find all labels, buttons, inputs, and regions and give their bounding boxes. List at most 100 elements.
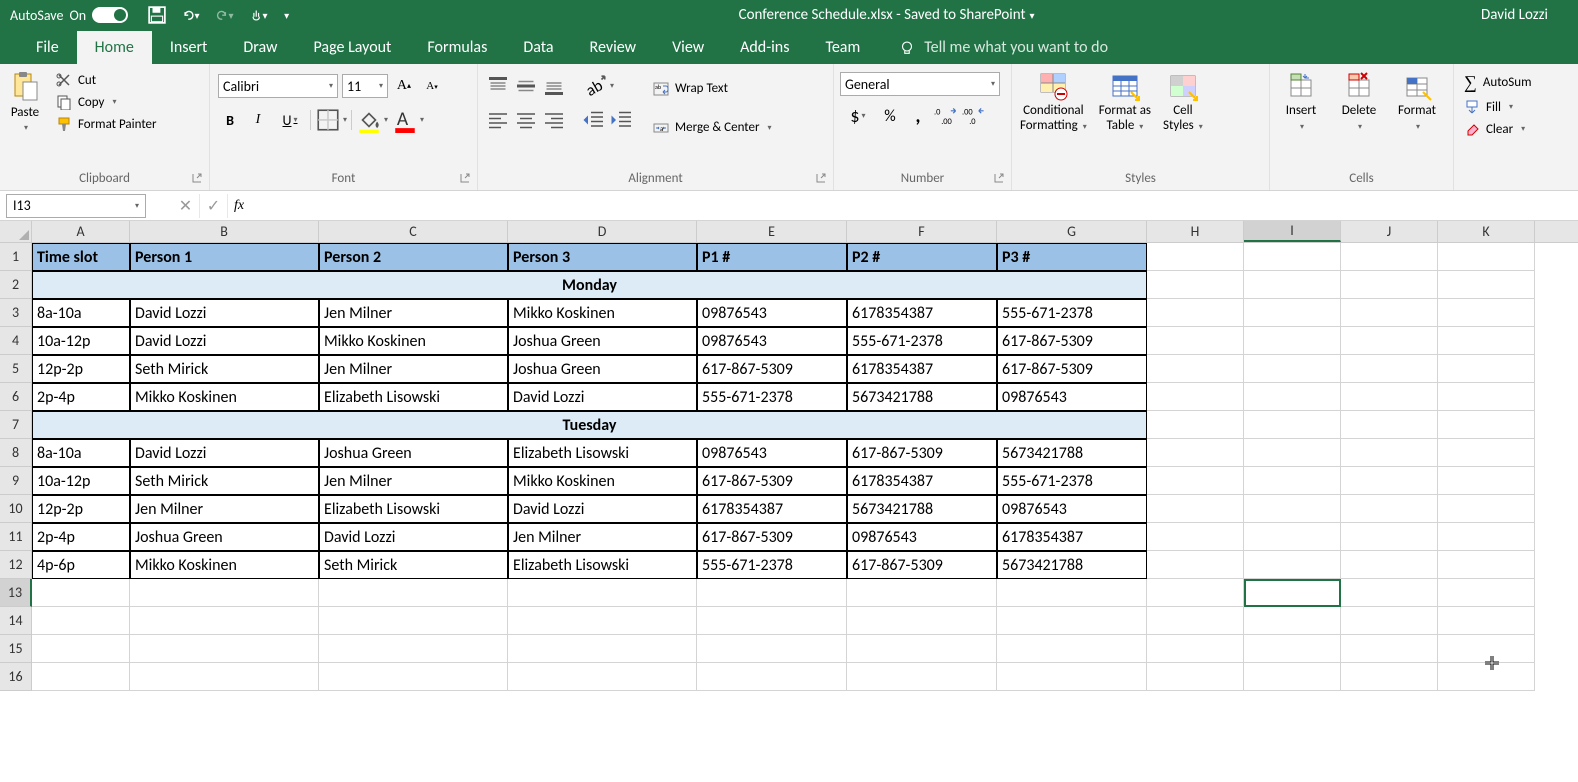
cell-F5[interactable]: 6178354387 [847, 355, 997, 383]
cell-A16[interactable] [32, 663, 130, 691]
cell-H4[interactable] [1147, 327, 1244, 355]
cell-J7[interactable] [1341, 411, 1438, 439]
column-header-C[interactable]: C [319, 221, 508, 242]
cell-K9[interactable] [1438, 467, 1535, 495]
save-icon[interactable] [148, 6, 166, 24]
cell-D15[interactable] [508, 635, 697, 663]
cell-C6[interactable]: Elizabeth Lisowski [319, 383, 508, 411]
cell-C12[interactable]: Seth Mirick [319, 551, 508, 579]
cell-E4[interactable]: 09876543 [697, 327, 847, 355]
column-header-K[interactable]: K [1438, 221, 1535, 242]
cell-J15[interactable] [1341, 635, 1438, 663]
cell-E13[interactable] [697, 579, 847, 607]
cell-G15[interactable] [997, 635, 1147, 663]
cell-K3[interactable] [1438, 299, 1535, 327]
paste-button[interactable]: Paste▾ [2, 68, 48, 137]
cell-K8[interactable] [1438, 439, 1535, 467]
tab-view[interactable]: View [654, 31, 722, 64]
cell-B14[interactable] [130, 607, 319, 635]
cell-A12[interactable]: 4p-6p [32, 551, 130, 579]
bold-button[interactable]: B [218, 108, 242, 132]
cell-E3[interactable]: 09876543 [697, 299, 847, 327]
day-header-monday[interactable]: Monday [32, 271, 1147, 299]
select-all-button[interactable] [0, 221, 32, 242]
cell-H13[interactable] [1147, 579, 1244, 607]
cell-I3[interactable] [1244, 299, 1341, 327]
cell-J16[interactable] [1341, 663, 1438, 691]
row-header-9[interactable]: 9 [0, 467, 32, 495]
cell-E15[interactable] [697, 635, 847, 663]
cell-F16[interactable] [847, 663, 997, 691]
cell-A4[interactable]: 10a-12p [32, 327, 130, 355]
cell-E6[interactable]: 555-671-2378 [697, 383, 847, 411]
fill-color-button[interactable]: ▾ [356, 108, 388, 132]
cell-K12[interactable] [1438, 551, 1535, 579]
cell-H15[interactable] [1147, 635, 1244, 663]
cell-F1[interactable]: P2 # [847, 243, 997, 271]
cell-C11[interactable]: David Lozzi [319, 523, 508, 551]
cell-K11[interactable] [1438, 523, 1535, 551]
font-color-button[interactable]: A▾ [392, 108, 424, 132]
align-right-icon[interactable] [542, 108, 566, 132]
cell-H12[interactable] [1147, 551, 1244, 579]
cell-J13[interactable] [1341, 579, 1438, 607]
cell-G6[interactable]: 09876543 [997, 383, 1147, 411]
cell-F9[interactable]: 6178354387 [847, 467, 997, 495]
cell-H7[interactable] [1147, 411, 1244, 439]
dialog-launcher-icon[interactable] [993, 172, 1005, 184]
row-header-14[interactable]: 14 [0, 607, 32, 635]
cell-K2[interactable] [1438, 271, 1535, 299]
cell-H14[interactable] [1147, 607, 1244, 635]
dialog-launcher-icon[interactable] [815, 172, 827, 184]
cell-I7[interactable] [1244, 411, 1341, 439]
row-header-1[interactable]: 1 [0, 243, 32, 271]
decrease-font-icon[interactable]: A▾ [420, 74, 444, 98]
increase-font-icon[interactable]: A▴ [392, 74, 416, 98]
format-as-table-button[interactable]: Format as Table ▾ [1093, 68, 1157, 136]
cell-J4[interactable] [1341, 327, 1438, 355]
cell-F14[interactable] [847, 607, 997, 635]
row-header-4[interactable]: 4 [0, 327, 32, 355]
cell-C15[interactable] [319, 635, 508, 663]
delete-cells-button[interactable]: Delete▾ [1330, 68, 1388, 136]
cell-J14[interactable] [1341, 607, 1438, 635]
cell-D12[interactable]: Elizabeth Lisowski [508, 551, 697, 579]
formula-input[interactable] [250, 194, 1578, 218]
cell-K13[interactable] [1438, 579, 1535, 607]
borders-button[interactable]: ▾ [315, 108, 347, 132]
cell-G14[interactable] [997, 607, 1147, 635]
cell-B9[interactable]: Seth Mirick [130, 467, 319, 495]
cell-F15[interactable] [847, 635, 997, 663]
cell-D6[interactable]: David Lozzi [508, 383, 697, 411]
column-header-J[interactable]: J [1341, 221, 1438, 242]
cell-C8[interactable]: Joshua Green [319, 439, 508, 467]
tab-draw[interactable]: Draw [225, 31, 295, 64]
tab-addins[interactable]: Add-ins [722, 31, 807, 64]
qat-dropdown-icon[interactable]: ▾ [284, 9, 292, 22]
cell-H8[interactable] [1147, 439, 1244, 467]
cell-B12[interactable]: Mikko Koskinen [130, 551, 319, 579]
cell-K5[interactable] [1438, 355, 1535, 383]
cell-G5[interactable]: 617-867-5309 [997, 355, 1147, 383]
tab-formulas[interactable]: Formulas [409, 31, 505, 64]
cell-H16[interactable] [1147, 663, 1244, 691]
cell-D10[interactable]: David Lozzi [508, 495, 697, 523]
cell-C3[interactable]: Jen Milner [319, 299, 508, 327]
cell-F10[interactable]: 5673421788 [847, 495, 997, 523]
row-header-11[interactable]: 11 [0, 523, 32, 551]
cut-button[interactable]: Cut [52, 70, 161, 90]
column-header-G[interactable]: G [997, 221, 1147, 242]
cell-K6[interactable] [1438, 383, 1535, 411]
tell-me-search[interactable]: Tell me what you want to do [898, 31, 1108, 64]
cell-B13[interactable] [130, 579, 319, 607]
cell-J9[interactable] [1341, 467, 1438, 495]
format-painter-button[interactable]: Format Painter [52, 114, 161, 134]
cell-E8[interactable]: 09876543 [697, 439, 847, 467]
row-header-10[interactable]: 10 [0, 495, 32, 523]
conditional-formatting-button[interactable]: Conditional Formatting ▾ [1014, 68, 1093, 136]
toggle-switch[interactable] [92, 7, 128, 23]
align-left-icon[interactable] [486, 108, 510, 132]
cell-J11[interactable] [1341, 523, 1438, 551]
cell-D9[interactable]: Mikko Koskinen [508, 467, 697, 495]
accounting-format-icon[interactable]: $▾ [842, 104, 874, 128]
